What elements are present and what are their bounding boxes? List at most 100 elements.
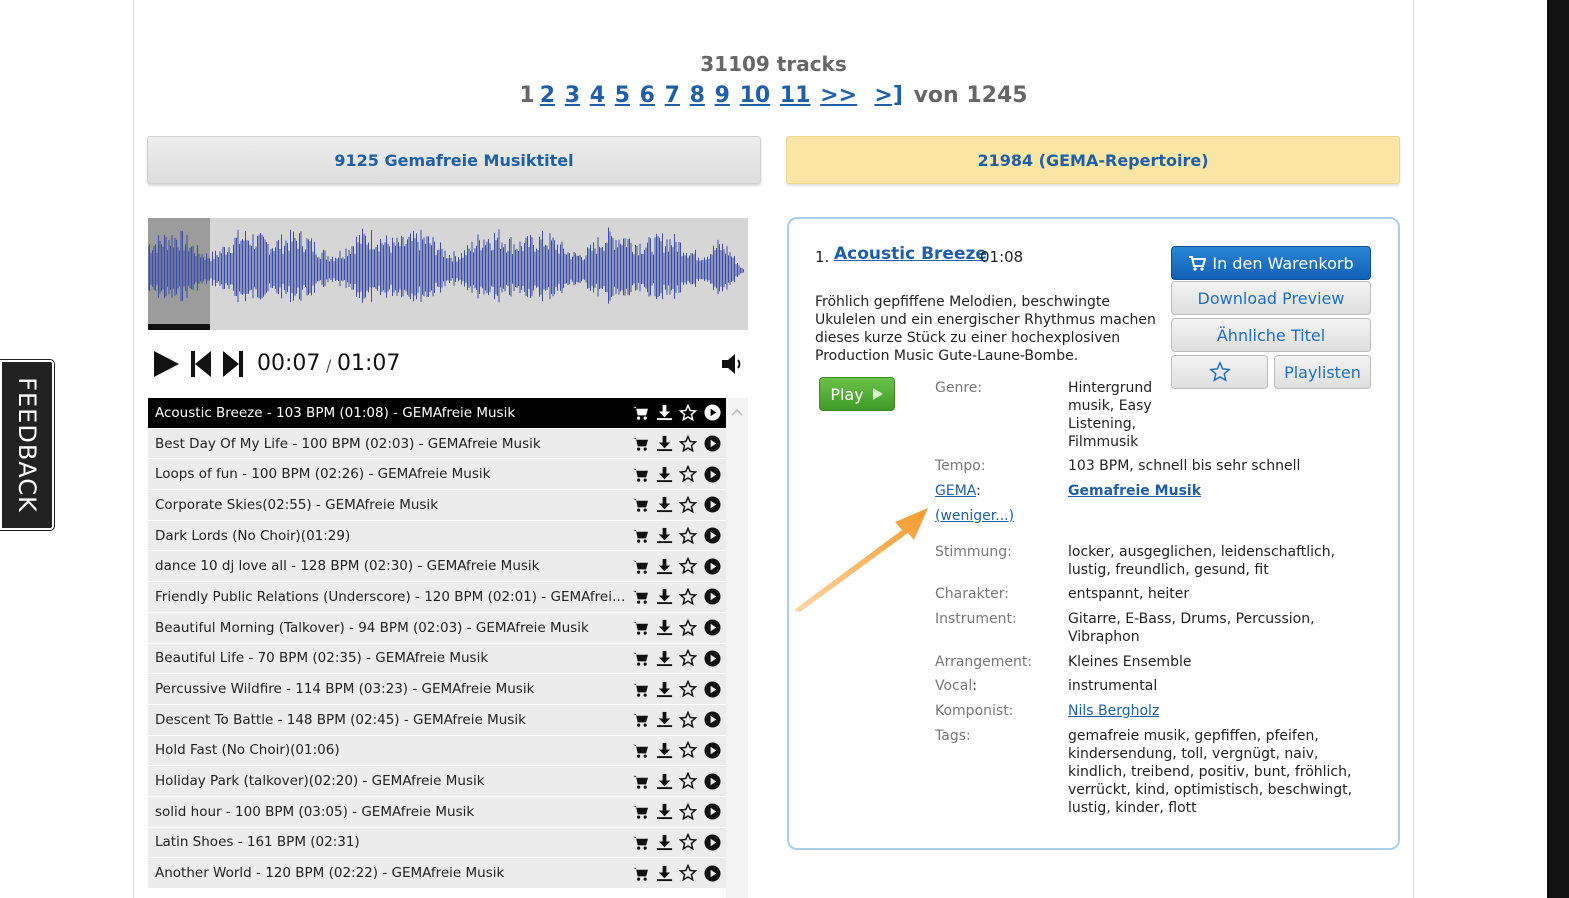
cart-icon[interactable] [630, 556, 650, 576]
track-row[interactable]: Hold Fast (No Choir)(01:06) [148, 735, 726, 767]
download-icon[interactable] [654, 648, 674, 668]
track-row[interactable]: dance 10 dj love all - 128 BPM (02:30) -… [148, 551, 726, 583]
download-icon[interactable] [654, 618, 674, 638]
download-icon[interactable] [654, 832, 674, 852]
download-icon[interactable] [654, 403, 674, 423]
cart-icon[interactable] [630, 587, 650, 607]
download-icon[interactable] [654, 771, 674, 791]
play-circle-icon[interactable] [702, 648, 722, 668]
download-icon[interactable] [654, 434, 674, 454]
page-link-11[interactable]: 11 [780, 83, 811, 108]
download-icon[interactable] [654, 526, 674, 546]
page-link-7[interactable]: 7 [665, 83, 680, 108]
star-icon[interactable] [678, 618, 698, 638]
track-row[interactable]: Another World - 120 BPM (02:22) - GEMAfr… [148, 858, 726, 889]
download-icon[interactable] [654, 710, 674, 730]
scrollbar[interactable] [726, 398, 748, 898]
tab-gemafree[interactable]: 9125 Gemafreie Musiktitel [147, 136, 761, 184]
star-icon[interactable] [678, 495, 698, 515]
cart-icon[interactable] [630, 434, 650, 454]
page-link-6[interactable]: 6 [640, 83, 655, 108]
play-circle-icon[interactable] [702, 679, 722, 699]
star-icon[interactable] [678, 710, 698, 730]
play-circle-icon[interactable] [702, 495, 722, 515]
scroll-up-arrow-icon[interactable] [731, 402, 743, 416]
play-circle-icon[interactable] [702, 802, 722, 822]
star-icon[interactable] [678, 832, 698, 852]
less-details-link[interactable]: (weniger...) [935, 507, 1014, 525]
track-row[interactable]: Loops of fun - 100 BPM (02:26) - GEMAfre… [148, 459, 726, 491]
star-icon[interactable] [678, 587, 698, 607]
play-circle-icon[interactable] [702, 587, 722, 607]
favorite-button[interactable] [1171, 355, 1268, 389]
cart-icon[interactable] [630, 771, 650, 791]
star-icon[interactable] [678, 556, 698, 576]
track-row[interactable]: Holiday Park (talkover)(02:20) - GEMAfre… [148, 766, 726, 797]
download-icon[interactable] [654, 802, 674, 822]
cart-icon[interactable] [630, 679, 650, 699]
cart-icon[interactable] [630, 710, 650, 730]
page-link-4[interactable]: 4 [590, 83, 605, 108]
page-link-8[interactable]: 8 [690, 83, 705, 108]
play-circle-icon[interactable] [702, 556, 722, 576]
play-circle-icon[interactable] [702, 740, 722, 760]
play-circle-icon[interactable] [702, 710, 722, 730]
page-link-5[interactable]: 5 [615, 83, 630, 108]
waveform-seekbar[interactable] [148, 218, 748, 330]
star-icon[interactable] [678, 679, 698, 699]
track-row[interactable]: Dark Lords (No Choir)(01:29) [148, 520, 726, 552]
play-circle-icon[interactable] [702, 863, 722, 883]
track-row[interactable]: Percussive Wildfire - 114 BPM (03:23) - … [148, 674, 726, 705]
cart-icon[interactable] [630, 464, 650, 484]
cart-icon[interactable] [630, 403, 650, 423]
play-circle-icon[interactable] [702, 618, 722, 638]
download-icon[interactable] [654, 587, 674, 607]
play-circle-icon[interactable] [702, 403, 722, 423]
download-icon[interactable] [654, 556, 674, 576]
cart-icon[interactable] [630, 495, 650, 515]
track-row[interactable]: Beautiful Morning (Talkover) - 94 BPM (0… [148, 612, 726, 644]
play-circle-icon[interactable] [702, 434, 722, 454]
play-circle-icon[interactable] [702, 771, 722, 791]
star-icon[interactable] [678, 464, 698, 484]
page-link-2[interactable]: 2 [540, 83, 555, 108]
star-icon[interactable] [678, 740, 698, 760]
star-icon[interactable] [678, 526, 698, 546]
volume-icon[interactable] [720, 352, 746, 380]
cart-icon[interactable] [630, 648, 650, 668]
composer-link[interactable]: Nils Bergholz [1068, 702, 1159, 720]
cart-icon[interactable] [630, 863, 650, 883]
previous-track-icon[interactable] [190, 349, 212, 383]
next-track-icon[interactable] [222, 349, 244, 383]
cart-icon[interactable] [630, 740, 650, 760]
star-icon[interactable] [678, 648, 698, 668]
star-icon[interactable] [678, 403, 698, 423]
track-title-link[interactable]: Acoustic Breeze [834, 245, 987, 263]
playlists-button[interactable]: Playlisten [1274, 355, 1371, 389]
star-icon[interactable] [678, 802, 698, 822]
track-row[interactable]: Descent To Battle - 148 BPM (02:45) - GE… [148, 704, 726, 736]
download-icon[interactable] [654, 863, 674, 883]
add-to-cart-button[interactable]: In den Warenkorb [1171, 246, 1371, 280]
cart-icon[interactable] [630, 618, 650, 638]
track-row[interactable]: Beautiful Life - 70 BPM (02:35) - GEMAfr… [148, 643, 726, 675]
cart-icon[interactable] [630, 802, 650, 822]
star-icon[interactable] [678, 771, 698, 791]
track-row[interactable]: Latin Shoes - 161 BPM (02:31) [148, 827, 726, 859]
gema-info-link[interactable]: GEMA [935, 483, 976, 499]
download-icon[interactable] [654, 495, 674, 515]
next-pages-link[interactable]: >> [820, 83, 857, 108]
download-preview-button[interactable]: Download Preview [1171, 281, 1371, 315]
track-row[interactable]: Corporate Skies(02:55) - GEMAfreie Musik [148, 490, 726, 521]
page-link-10[interactable]: 10 [740, 83, 771, 108]
play-button[interactable]: Play [819, 377, 895, 411]
play-circle-icon[interactable] [702, 464, 722, 484]
feedback-button[interactable]: FEEDBACK [0, 359, 55, 531]
track-row[interactable]: Acoustic Breeze - 103 BPM (01:08) - GEMA… [148, 398, 726, 429]
last-page-link[interactable]: >] [874, 83, 903, 108]
play-circle-icon[interactable] [702, 526, 722, 546]
track-row[interactable]: solid hour - 100 BPM (03:05) - GEMAfreie… [148, 796, 726, 828]
gema-status-link[interactable]: Gemafreie Musik [1068, 482, 1201, 500]
play-icon[interactable] [152, 349, 180, 383]
cart-icon[interactable] [630, 832, 650, 852]
